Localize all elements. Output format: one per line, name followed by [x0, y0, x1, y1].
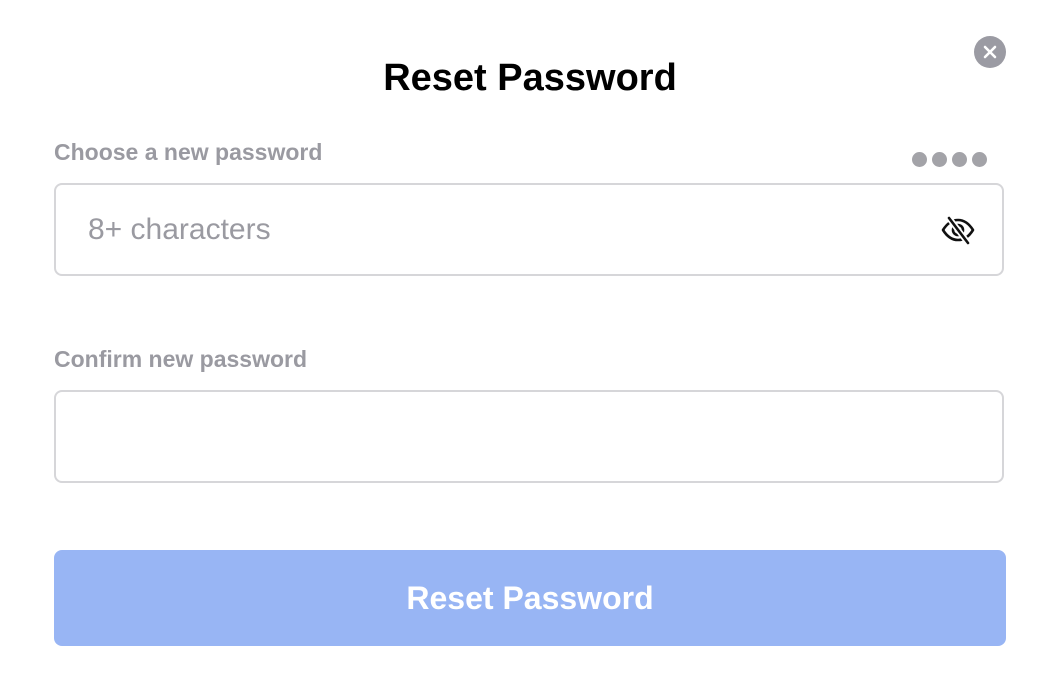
strength-dot	[952, 152, 967, 167]
new-password-input[interactable]	[88, 185, 908, 274]
dialog-title: Reset Password	[383, 57, 677, 99]
new-password-label: Choose a new password	[54, 139, 323, 165]
confirm-password-field-container	[54, 390, 1004, 483]
password-strength-indicator	[912, 152, 987, 167]
strength-dot	[912, 152, 927, 167]
reset-password-dialog: Reset Password Choose a new password Con…	[0, 0, 1040, 690]
confirm-password-input[interactable]	[88, 392, 908, 481]
new-password-field-container	[54, 183, 1004, 276]
strength-dot	[972, 152, 987, 167]
toggle-password-visibility-button[interactable]	[940, 214, 976, 246]
eye-slash-icon	[941, 215, 975, 245]
strength-dot	[932, 152, 947, 167]
reset-password-button[interactable]: Reset Password	[54, 550, 1006, 646]
confirm-password-label: Confirm new password	[54, 346, 308, 372]
